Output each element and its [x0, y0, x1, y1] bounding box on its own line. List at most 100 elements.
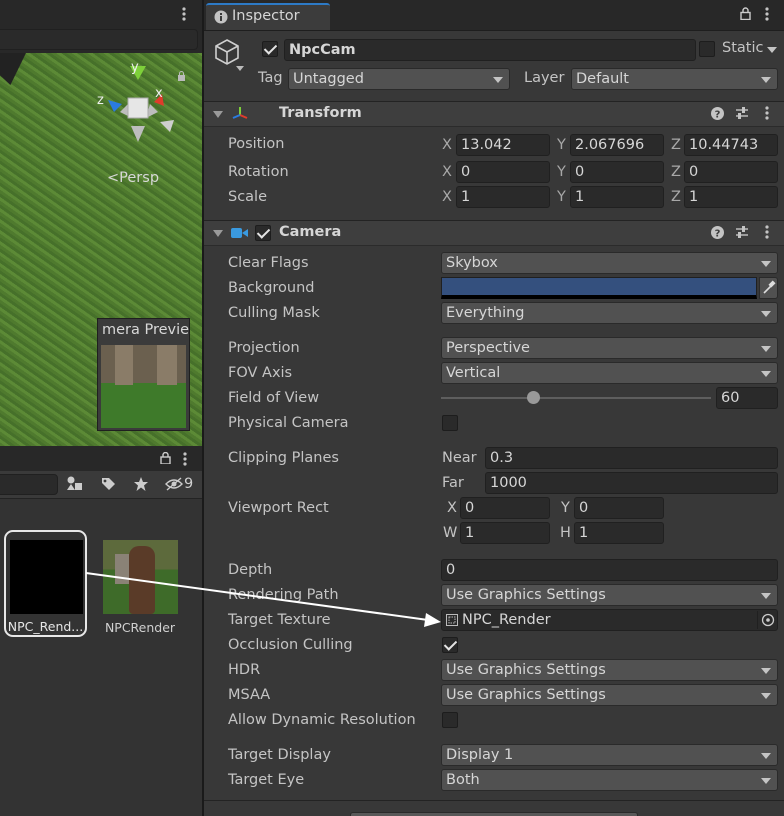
target-display-label: Target Display [228, 747, 331, 763]
target-eye-dropdown[interactable]: Both [441, 769, 778, 791]
hidden-packages-count: 9 [184, 476, 194, 492]
eyedropper-icon[interactable] [759, 277, 778, 299]
tab-inspector[interactable]: Inspector [206, 3, 330, 30]
icon-dropdown-caret[interactable] [236, 66, 244, 71]
project-search-input[interactable] [0, 474, 58, 495]
viewport-x-field[interactable]: 0 [460, 497, 550, 519]
scale-z-field[interactable]: 1 [684, 186, 778, 208]
target-display-dropdown[interactable]: Display 1 [441, 744, 778, 766]
tag-dropdown[interactable]: Untagged [288, 68, 510, 90]
tag-label: Tag [258, 70, 283, 86]
near-field[interactable]: 0.3 [485, 447, 778, 469]
asset-item-npcrender[interactable]: NPCRender [100, 536, 180, 636]
hdr-label: HDR [228, 662, 261, 678]
position-x-axis[interactable]: X [442, 137, 452, 153]
rotation-y-axis[interactable]: Y [557, 164, 566, 180]
asset-item-npc-render-texture[interactable]: NPC_Rend... [4, 530, 87, 637]
inspector-menu-icon[interactable] [765, 7, 769, 23]
scale-x-axis[interactable]: X [442, 189, 452, 205]
active-checkbox[interactable] [262, 41, 278, 57]
scale-y-field[interactable]: 1 [570, 186, 664, 208]
position-y-axis[interactable]: Y [557, 137, 566, 153]
occlusion-culling-checkbox[interactable] [442, 637, 458, 653]
project-menu-icon[interactable] [183, 452, 187, 468]
target-texture-field[interactable]: NPC_Render [441, 609, 778, 631]
project-header [0, 447, 202, 471]
fov-slider-thumb[interactable] [526, 391, 540, 404]
camera-preview: mera Previe [97, 318, 190, 431]
filter-by-label-icon[interactable] [100, 476, 116, 492]
gizmo-y-label: y [131, 60, 139, 75]
rotation-x-axis[interactable]: X [442, 164, 452, 180]
viewport-w-label[interactable]: W [443, 525, 457, 541]
component-menu-icon[interactable] [765, 106, 769, 122]
transform-icon [231, 105, 249, 123]
position-x-field[interactable]: 13.042 [456, 134, 550, 156]
fov-slider-track[interactable] [441, 397, 711, 399]
add-component-button[interactable] [350, 812, 638, 816]
rotation-x-field[interactable]: 0 [456, 161, 550, 183]
far-field[interactable]: 1000 [485, 472, 778, 494]
physical-camera-checkbox[interactable] [442, 415, 458, 431]
target-eye-value: Both [446, 772, 480, 788]
layer-dropdown[interactable]: Default [571, 68, 778, 90]
clear-flags-dropdown[interactable]: Skybox [441, 252, 778, 274]
project-lock-icon[interactable] [160, 451, 171, 465]
camera-title: Camera [279, 224, 342, 240]
culling-mask-dropdown[interactable]: Everything [441, 302, 778, 324]
position-y-field[interactable]: 2.067696 [570, 134, 664, 156]
viewport-x-label[interactable]: X [447, 500, 457, 516]
camera-component-icon [231, 227, 249, 239]
depth-field[interactable]: 0 [441, 559, 778, 581]
projection-dropdown[interactable]: Perspective [441, 337, 778, 359]
viewport-w-field[interactable]: 1 [460, 522, 550, 544]
help-icon[interactable]: ? [711, 226, 724, 240]
position-z-field[interactable]: 10.44743 [684, 134, 778, 156]
position-z-axis[interactable]: Z [671, 137, 681, 153]
component-menu-icon[interactable] [765, 225, 769, 241]
scale-y-axis[interactable]: Y [557, 189, 566, 205]
rendering-path-dropdown[interactable]: Use Graphics Settings [441, 584, 778, 606]
background-color-field[interactable] [441, 277, 757, 299]
favorites-star-icon[interactable] [133, 476, 149, 492]
far-label[interactable]: Far [442, 475, 464, 491]
static-checkbox[interactable] [699, 41, 715, 57]
foldout-arrow-icon[interactable] [213, 111, 223, 118]
static-label[interactable]: Static [722, 40, 763, 56]
viewport-h-label[interactable]: H [560, 525, 571, 541]
projection-label: Projection [228, 340, 300, 356]
field-of-view-label: Field of View [228, 390, 320, 406]
scene-lock-icon[interactable] [177, 69, 186, 81]
scale-z-axis[interactable]: Z [671, 189, 681, 205]
hidden-packages-icon[interactable] [165, 477, 183, 491]
scene-search-input[interactable] [0, 29, 198, 50]
viewport-h-field[interactable]: 1 [574, 522, 664, 544]
fov-axis-dropdown[interactable]: Vertical [441, 362, 778, 384]
allow-dynamic-resolution-checkbox[interactable] [442, 712, 458, 728]
presets-icon[interactable] [735, 106, 749, 120]
inspector-lock-icon[interactable] [740, 7, 751, 21]
rotation-z-field[interactable]: 0 [684, 161, 778, 183]
scale-x-field[interactable]: 1 [456, 186, 550, 208]
foldout-arrow-icon[interactable] [213, 230, 223, 237]
rotation-y-field[interactable]: 0 [570, 161, 664, 183]
scale-label: Scale [228, 189, 268, 205]
presets-icon[interactable] [735, 225, 749, 239]
persp-label[interactable]: <Persp [107, 170, 159, 186]
object-picker-icon[interactable] [757, 611, 776, 629]
static-dropdown-caret[interactable] [767, 47, 777, 53]
msaa-dropdown[interactable]: Use Graphics Settings [441, 684, 778, 706]
camera-enabled-checkbox[interactable] [255, 225, 271, 241]
viewport-y-label[interactable]: Y [561, 500, 570, 516]
object-name-field[interactable]: NpcCam [284, 39, 696, 61]
viewport-y-field[interactable]: 0 [574, 497, 664, 519]
scene-orientation-gizmo[interactable] [100, 60, 180, 152]
hdr-dropdown[interactable]: Use Graphics Settings [441, 659, 778, 681]
fov-value-field[interactable]: 60 [716, 387, 778, 409]
rotation-z-axis[interactable]: Z [671, 164, 681, 180]
scene-menu-icon[interactable] [182, 6, 186, 22]
help-icon[interactable]: ? [711, 107, 724, 121]
near-label[interactable]: Near [442, 450, 477, 466]
target-texture-value: NPC_Render [462, 612, 551, 628]
filter-by-type-icon[interactable] [66, 476, 84, 492]
